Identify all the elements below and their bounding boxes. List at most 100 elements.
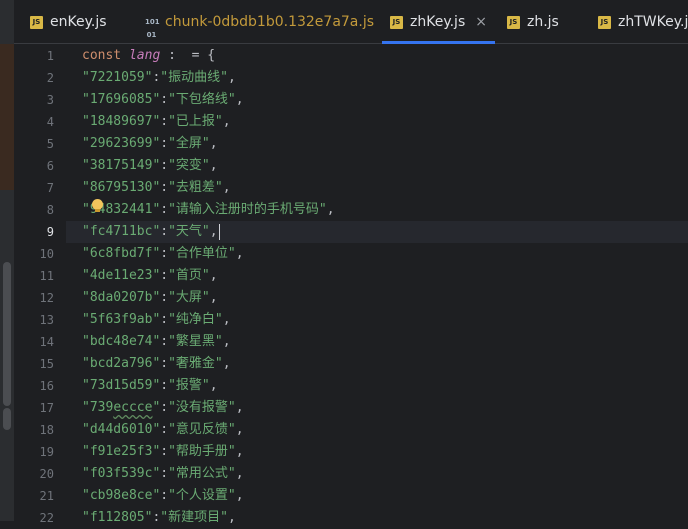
js-file-icon: JS (507, 15, 520, 29)
colon: : (160, 180, 169, 195)
colon: : (160, 224, 169, 239)
tab-zhkey[interactable]: JS zhKey.js × (382, 0, 495, 44)
project-panel-edge (0, 44, 14, 190)
key-string: "29623699" (82, 136, 161, 151)
line-number: 11 (39, 269, 54, 283)
js-file-icon: JS (30, 15, 43, 29)
comma: , (222, 114, 231, 129)
line-number: 16 (39, 379, 54, 393)
value-string: "下包络线" (168, 92, 236, 107)
colon: : (160, 114, 169, 129)
comma: , (235, 92, 244, 107)
tab-label: zhTWKey.js (618, 14, 688, 30)
line-number: 10 (39, 247, 54, 261)
spelling-warning[interactable]: eccce (113, 400, 152, 415)
key-string: "73d15d59" (82, 378, 161, 393)
key-string: "f91e25f3" (82, 444, 161, 459)
colon: : (160, 290, 169, 305)
key-string: "739eccce" (82, 400, 161, 415)
comma: , (235, 400, 244, 415)
keyword-token: const (82, 48, 129, 63)
value-string: "天气" (168, 224, 210, 239)
line-number: 13 (39, 313, 54, 327)
line-number: 5 (46, 137, 54, 151)
code-line: "bdc48e74":"繁星黑", (82, 331, 231, 353)
key-string: "bcd2a796" (82, 356, 161, 371)
key-string: "18489697" (82, 114, 161, 129)
value-string: "繁星黑" (168, 334, 223, 349)
code-line: "fc4711bc":"天气", (82, 221, 220, 243)
line-number: 9 (46, 225, 54, 239)
key-string: "7221059" (82, 70, 153, 85)
code-line: const lang : = { (82, 45, 215, 67)
key-string: "f112805" (82, 510, 153, 525)
code-line: "86795130":"去粗差", (82, 177, 231, 199)
comma: , (235, 488, 244, 503)
colon: : (160, 136, 169, 151)
punctuation-token: : = { (160, 48, 216, 63)
panel-scrollbar-thumb-lower[interactable] (3, 408, 11, 430)
lightbulb-icon[interactable] (92, 199, 103, 212)
line-number: 22 (39, 511, 54, 525)
code-line: "73d15d59":"报警", (82, 375, 218, 397)
code-line: "29623699":"全屏", (82, 133, 218, 155)
line-number: 1 (46, 49, 54, 63)
code-line: "8da0207b":"大屏", (82, 287, 218, 309)
tab-label: zh.js (527, 14, 559, 30)
value-string: "合作单位" (168, 246, 236, 261)
key-string: "8da0207b" (82, 290, 161, 305)
value-string: "去粗差" (168, 180, 223, 195)
colon: : (160, 158, 169, 173)
code-editor[interactable]: const lang : = {"7221059":"振动曲线", "176960… (82, 44, 682, 525)
key-string: "17696085" (82, 92, 161, 107)
line-number: 12 (39, 291, 54, 305)
comma: , (222, 334, 231, 349)
key-string: "d44d6010" (82, 422, 161, 437)
value-string: "奢雅金" (168, 356, 223, 371)
colon: : (160, 312, 169, 327)
colon: : (160, 422, 169, 437)
line-number: 7 (46, 181, 54, 195)
tab-label: zhKey.js (410, 14, 466, 30)
panel-scrollbar-thumb[interactable] (3, 262, 11, 406)
code-line: "d44d6010":"意见反馈", (82, 419, 244, 441)
key-string: "bdc48e74" (82, 334, 161, 349)
tab-chunk[interactable]: 101 01 chunk-0dbdb1b0.132e7a7a.js (145, 0, 374, 44)
value-string: "报警" (168, 378, 210, 393)
key-string: "86795130" (82, 180, 161, 195)
tab-zh[interactable]: JS zh.js (507, 0, 559, 44)
line-number: 6 (46, 159, 54, 173)
code-line: "cb98e8ce":"个人设置", (82, 485, 244, 507)
tab-zhtwkey[interactable]: JS zhTWKey.js (598, 0, 688, 44)
key-string: "38175149" (82, 158, 161, 173)
colon: : (160, 246, 169, 261)
js-file-icon: JS (390, 15, 403, 29)
code-line: "17696085":"下包络线", (82, 89, 244, 111)
line-number-gutter: 1 2 3 4 5 6 7 8 9 10 11 12 13 14 15 16 17 18 19 20 21 22 (14, 44, 66, 525)
comma: , (235, 422, 244, 437)
comma: , (235, 444, 244, 459)
code-line: "18489697":"已上报", (82, 111, 231, 133)
code-line: "5f63f9ab":"纯净白", (82, 309, 231, 331)
comma: , (209, 224, 218, 239)
value-string: "请输入注册时的手机号码" (168, 202, 327, 217)
line-number: 4 (46, 115, 54, 129)
line-number: 2 (46, 71, 54, 85)
colon: : (160, 488, 169, 503)
close-icon[interactable]: × (475, 14, 487, 30)
line-number: 8 (46, 203, 54, 217)
key-string: "cb98e8ce" (82, 488, 161, 503)
code-line: "bcd2a796":"奢雅金", (82, 353, 231, 375)
tab-enkey[interactable]: JS enKey.js (30, 0, 107, 44)
comma: , (209, 290, 218, 305)
key-string: "5f63f9ab" (82, 312, 161, 327)
colon: : (160, 334, 169, 349)
text-caret (218, 223, 220, 240)
comma: , (235, 466, 244, 481)
key-string: "f03f539c" (82, 466, 161, 481)
comma: , (209, 136, 218, 151)
colon: : (160, 92, 169, 107)
comma: , (235, 246, 244, 261)
comma: , (222, 356, 231, 371)
variable-token: lang (128, 48, 161, 63)
